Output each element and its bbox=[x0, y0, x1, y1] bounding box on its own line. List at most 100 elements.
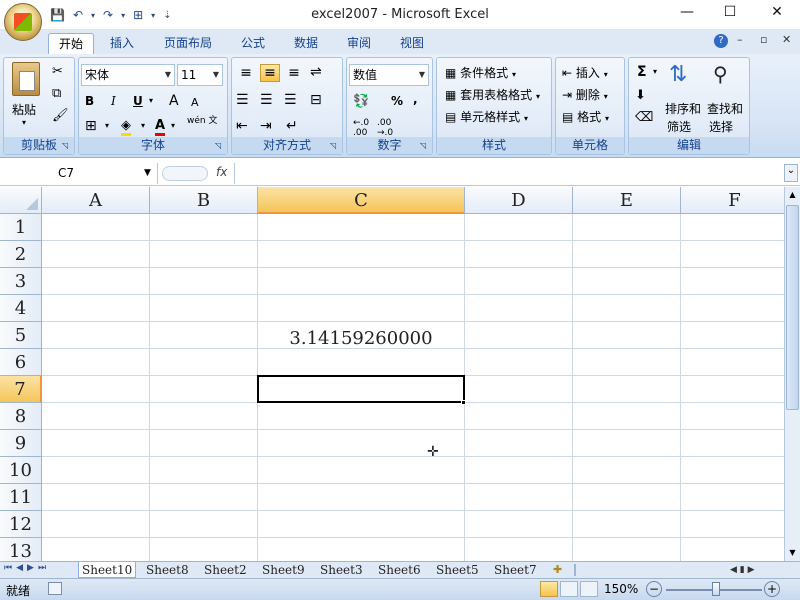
tab-home[interactable]: 开始 bbox=[48, 33, 95, 54]
help-icon[interactable]: ? bbox=[714, 34, 728, 48]
tab-data[interactable]: 数据 bbox=[284, 33, 328, 54]
underline-dropdown-icon[interactable]: ▾ bbox=[149, 96, 153, 105]
macro-record-icon[interactable] bbox=[48, 582, 62, 595]
zoom-slider-thumb[interactable] bbox=[712, 582, 720, 596]
zoom-out-icon[interactable]: − bbox=[646, 581, 662, 597]
row-header-6[interactable]: 6 bbox=[0, 349, 42, 376]
minimize-button[interactable]: — bbox=[674, 4, 700, 24]
horizontal-scroll-icons[interactable]: ◀ ▮ ▶ bbox=[730, 562, 784, 578]
bold-button[interactable]: B bbox=[85, 94, 94, 108]
fill-dropdown-icon[interactable]: ▾ bbox=[141, 121, 145, 130]
page-layout-view-icon[interactable] bbox=[560, 581, 578, 597]
row-header-3[interactable]: 3 bbox=[0, 268, 42, 295]
comma-button[interactable]: , bbox=[413, 92, 418, 106]
conditional-format-button[interactable]: ▦ 条件格式 ▾ bbox=[445, 64, 516, 81]
ribbon-close-icon[interactable]: ✕ bbox=[782, 33, 791, 46]
vertical-scrollbar[interactable]: ▲ ▼ bbox=[784, 187, 800, 561]
insert-function-icon[interactable]: fx bbox=[216, 165, 227, 179]
border-dropdown-icon[interactable]: ▾ bbox=[105, 121, 109, 130]
sheet-tab-sheet9[interactable]: Sheet9 bbox=[259, 562, 308, 578]
sort-filter-icon[interactable]: ⇅ bbox=[669, 62, 687, 87]
phonetic-icon[interactable]: wén 文 bbox=[187, 116, 217, 126]
scroll-thumb[interactable] bbox=[786, 205, 799, 410]
maximize-button[interactable]: ☐ bbox=[717, 4, 743, 24]
row-header-10[interactable]: 10 bbox=[0, 457, 42, 484]
row-header-2[interactable]: 2 bbox=[0, 241, 42, 268]
font-color-icon[interactable]: A bbox=[155, 118, 166, 136]
row-header-12[interactable]: 12 bbox=[0, 511, 42, 538]
align-center-icon[interactable]: ☰ bbox=[260, 92, 273, 108]
sheet-tab-sheet8[interactable]: Sheet8 bbox=[143, 562, 192, 578]
column-header-b[interactable]: B bbox=[150, 187, 258, 214]
close-button[interactable]: ✕ bbox=[764, 4, 790, 24]
decrease-decimal-icon[interactable]: .00 →.0 bbox=[377, 118, 393, 138]
sheet-tab-sheet5[interactable]: Sheet5 bbox=[433, 562, 482, 578]
increase-decimal-icon[interactable]: ←.0.00 bbox=[353, 118, 369, 138]
insert-sheet-icon[interactable]: ✚ bbox=[553, 563, 562, 576]
underline-button[interactable]: U bbox=[133, 94, 143, 108]
selected-cell-c7[interactable] bbox=[257, 375, 465, 403]
find-binoculars-icon[interactable]: ⚲ bbox=[713, 62, 728, 86]
align-right-icon[interactable]: ☰ bbox=[284, 92, 297, 108]
dialog-launcher-icon[interactable]: ◹ bbox=[215, 142, 224, 151]
orientation-icon[interactable]: ⇌ bbox=[310, 64, 322, 80]
tab-view[interactable]: 视图 bbox=[390, 33, 434, 54]
name-box[interactable]: C7 ▼ bbox=[0, 163, 158, 184]
find-select-label2[interactable]: 选择 bbox=[709, 118, 733, 135]
percent-button[interactable]: % bbox=[391, 94, 403, 108]
align-top-icon[interactable]: ≡ bbox=[236, 64, 256, 82]
format-as-table-button[interactable]: ▦ 套用表格格式 ▾ bbox=[445, 86, 540, 103]
cell-c5[interactable]: 3.14159260000 bbox=[258, 325, 464, 352]
increase-indent-icon[interactable]: ⇥ bbox=[260, 118, 272, 134]
paste-dropdown-icon[interactable]: ▾ bbox=[22, 118, 26, 127]
dialog-launcher-icon[interactable]: ◹ bbox=[420, 142, 429, 151]
row-header-9[interactable]: 9 bbox=[0, 430, 42, 457]
column-header-e[interactable]: E bbox=[573, 187, 681, 214]
autosum-dropdown-icon[interactable]: ▾ bbox=[653, 67, 657, 76]
merge-center-icon[interactable]: ⊟ bbox=[310, 92, 322, 108]
column-header-c[interactable]: C bbox=[258, 187, 465, 214]
align-bottom-icon[interactable]: ≡ bbox=[284, 64, 304, 82]
scroll-up-icon[interactable]: ▲ bbox=[786, 188, 799, 202]
sheet-tab-sheet3[interactable]: Sheet3 bbox=[317, 562, 366, 578]
formula-expand-handle[interactable] bbox=[162, 166, 208, 181]
paste-icon[interactable] bbox=[12, 62, 40, 96]
fill-handle[interactable] bbox=[461, 400, 466, 405]
grow-font-button[interactable]: A bbox=[169, 93, 179, 109]
row-header-4[interactable]: 4 bbox=[0, 295, 42, 322]
formula-input[interactable] bbox=[234, 163, 782, 184]
font-color-dropdown-icon[interactable]: ▾ bbox=[171, 121, 175, 130]
italic-button[interactable]: I bbox=[111, 94, 116, 108]
sheet-tab-sheet7[interactable]: Sheet7 bbox=[491, 562, 540, 578]
normal-view-icon[interactable] bbox=[540, 581, 558, 597]
zoom-level[interactable]: 150% bbox=[604, 582, 638, 596]
autosum-button[interactable]: Σ bbox=[637, 64, 647, 80]
ribbon-minimize-icon[interactable]: – bbox=[737, 33, 743, 46]
sheet-tab-sheet10[interactable]: Sheet10 bbox=[78, 562, 137, 578]
page-break-view-icon[interactable] bbox=[580, 581, 598, 597]
worksheet-grid[interactable]: A B C D E F 1 2 3 4 5 6 7 8 9 10 11 12 1… bbox=[0, 187, 784, 561]
fill-color-icon[interactable]: ◈ bbox=[121, 118, 131, 136]
number-format-select[interactable]: 数值 ▼ bbox=[349, 64, 429, 86]
delete-cells-button[interactable]: ⇥ 删除 ▾ bbox=[562, 86, 608, 103]
currency-icon[interactable]: 💱 bbox=[353, 94, 369, 109]
fill-icon[interactable]: ⬇ bbox=[635, 88, 646, 103]
tab-review[interactable]: 审阅 bbox=[337, 33, 381, 54]
expand-formula-icon[interactable]: ⌄ bbox=[784, 164, 798, 182]
tab-insert[interactable]: 插入 bbox=[100, 33, 144, 54]
row-header-1[interactable]: 1 bbox=[0, 214, 42, 241]
tab-page-layout[interactable]: 页面布局 bbox=[154, 33, 222, 54]
format-painter-icon[interactable]: 🖌 bbox=[52, 108, 69, 123]
row-header-8[interactable]: 8 bbox=[0, 403, 42, 430]
align-left-icon[interactable]: ☰ bbox=[236, 92, 249, 108]
select-all-corner[interactable] bbox=[0, 187, 42, 214]
row-header-11[interactable]: 11 bbox=[0, 484, 42, 511]
clear-icon[interactable]: ⌫ bbox=[635, 110, 653, 125]
cut-icon[interactable]: ✂ bbox=[52, 64, 63, 79]
row-header-5[interactable]: 5 bbox=[0, 322, 42, 349]
insert-cells-button[interactable]: ⇤ 插入 ▾ bbox=[562, 64, 608, 81]
cell-styles-button[interactable]: ▤ 单元格样式 ▾ bbox=[445, 108, 528, 125]
column-header-d[interactable]: D bbox=[465, 187, 573, 214]
row-header-7[interactable]: 7 bbox=[0, 376, 42, 403]
copy-icon[interactable]: ⧉ bbox=[52, 86, 61, 101]
